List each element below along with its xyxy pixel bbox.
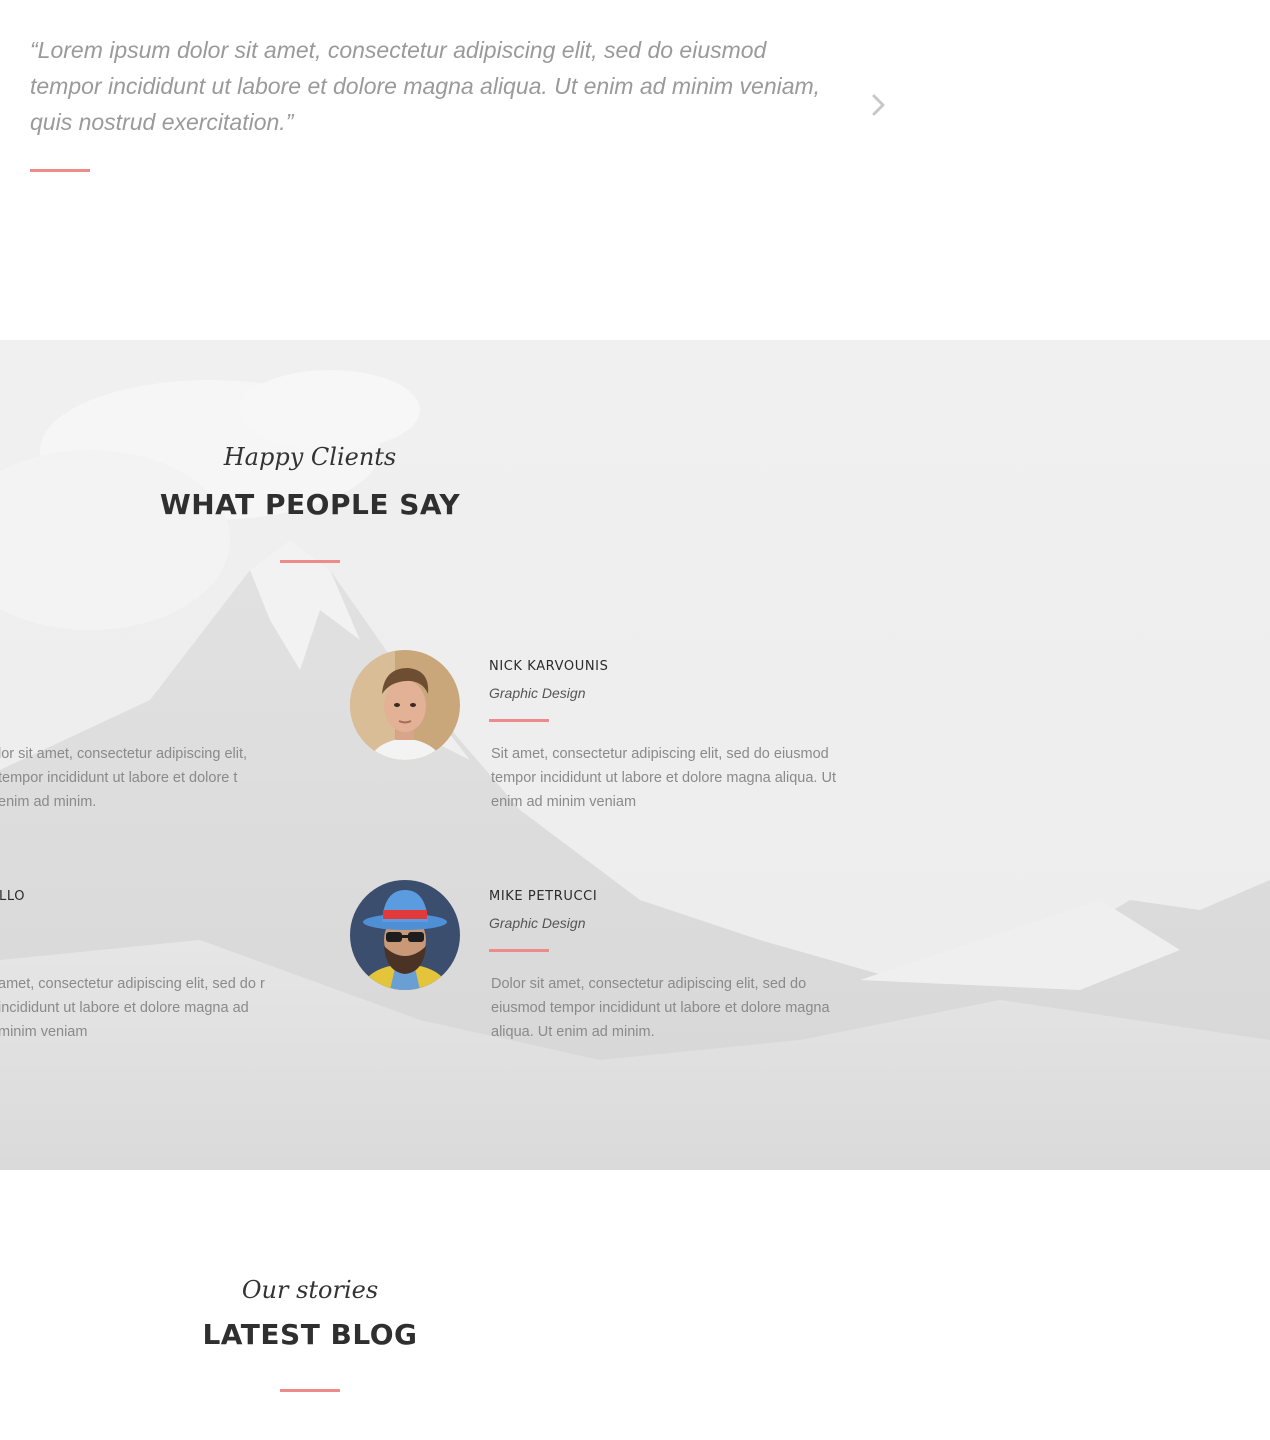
client-role: Graphic Design xyxy=(489,915,586,931)
client-divider xyxy=(489,949,549,952)
quote-section: “Lorem ipsum dolor sit amet, consectetur… xyxy=(0,0,1270,340)
avatar xyxy=(350,650,460,760)
partial-client-text: lor sit amet, consectetur adipiscing eli… xyxy=(0,746,248,810)
client-role: Graphic Design xyxy=(489,685,586,701)
section-divider xyxy=(280,560,340,563)
avatar xyxy=(350,880,460,990)
quote-text: “Lorem ipsum dolor sit amet, consectetur… xyxy=(30,37,821,135)
section-title: LATEST BLOG xyxy=(202,1318,418,1351)
chevron-right-icon[interactable] xyxy=(866,90,892,120)
client-name: NICK KARVOUNIS xyxy=(489,659,609,674)
section-subtitle: Happy Clients xyxy=(223,443,397,471)
client-text: Sit amet, consectetur adipiscing elit, s… xyxy=(491,746,836,810)
blog-section: Our stories LATEST BLOG xyxy=(0,1170,1270,1440)
quote-divider xyxy=(30,169,90,172)
section-title: WHAT PEOPLE SAY xyxy=(159,488,461,521)
section-subtitle: Our stories xyxy=(241,1276,379,1304)
client-name: MIKE PETRUCCI xyxy=(489,889,598,904)
testimonials-section: Happy Clients WHAT PEOPLE SAY lor sit am… xyxy=(0,340,1270,1170)
client-divider xyxy=(489,719,549,722)
section-divider xyxy=(280,1389,340,1392)
client-text: Dolor sit amet, consectetur adipiscing e… xyxy=(491,976,830,1040)
partial-client-text: amet, consectetur adipiscing elit, sed d… xyxy=(0,976,265,1040)
partial-client-name: LLO xyxy=(0,889,26,904)
